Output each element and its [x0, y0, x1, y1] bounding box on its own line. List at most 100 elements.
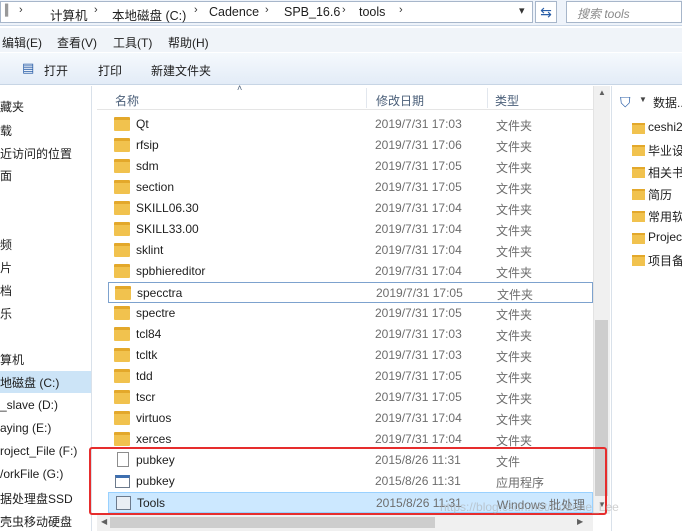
- address-bar[interactable]: ▍ › 计算机 › 本地磁盘 (C:) › Cadence › SPB_16.6…: [0, 1, 533, 23]
- file-type: 文件夹: [496, 350, 533, 364]
- open-button[interactable]: 打开: [44, 62, 68, 79]
- nav-item-videos[interactable]: 频: [0, 236, 12, 253]
- file-date: 2019/7/31 17:04: [375, 411, 462, 425]
- nav-item-favorites[interactable]: 藏夹: [0, 98, 24, 115]
- command-toolbar: ▤ 打开 打印 新建文件夹: [0, 53, 682, 85]
- file-row[interactable]: spectre 2019/7/31 17:05 文件夹: [108, 303, 593, 324]
- file-row[interactable]: specctra 2019/7/31 17:05 文件夹: [108, 282, 593, 303]
- file-row[interactable]: rfsip 2019/7/31 17:06 文件夹: [108, 135, 593, 156]
- library-item[interactable]: ceshi2: [648, 120, 682, 134]
- column-divider[interactable]: [366, 88, 367, 108]
- library-item[interactable]: 相关书: [648, 164, 682, 181]
- nav-item-downloads[interactable]: 载: [0, 122, 12, 139]
- nav-item-recent-places[interactable]: 近访问的位置: [0, 145, 72, 162]
- folder-icon: [114, 159, 130, 173]
- scroll-up-icon[interactable]: ▲: [598, 88, 606, 97]
- library-item[interactable]: 项目备: [648, 252, 682, 269]
- menu-edit[interactable]: 编辑(E): [2, 34, 42, 51]
- new-folder-button[interactable]: 新建文件夹: [151, 62, 211, 79]
- file-name: tscr: [136, 390, 156, 404]
- chevron-right-icon[interactable]: ›: [94, 4, 98, 16]
- scroll-right-icon[interactable]: ▶: [577, 517, 583, 526]
- nav-item-drive-c[interactable]: 地磁盘 (C:): [0, 371, 91, 393]
- scroll-left-icon[interactable]: ◀: [101, 517, 107, 526]
- search-input[interactable]: 搜索 tools: [566, 1, 682, 23]
- file-name: specctra: [137, 286, 183, 300]
- file-date: 2019/7/31 17:04: [375, 201, 462, 215]
- nav-item-removable-drive[interactable]: 壳虫移动硬盘: [0, 513, 72, 530]
- chevron-right-icon[interactable]: ›: [194, 4, 198, 16]
- menu-tools[interactable]: 工具(T): [113, 34, 152, 51]
- pane-header[interactable]: 数据...: [653, 94, 682, 111]
- nav-item-pictures[interactable]: 片: [0, 259, 12, 276]
- dropdown-arrow-icon[interactable]: ▾: [519, 4, 525, 17]
- file-type: 文件夹: [496, 308, 533, 322]
- breadcrumb-computer[interactable]: 计算机: [50, 5, 88, 24]
- dropdown-arrow-icon[interactable]: ▼: [639, 95, 647, 104]
- library-item[interactable]: 常用软: [648, 208, 682, 225]
- folder-icon: [114, 369, 130, 383]
- file-date: 2019/7/31 17:04: [375, 432, 462, 446]
- watermark: https://blog.csdn.net/Kodone_Lee: [440, 500, 619, 514]
- library-item[interactable]: 简历: [648, 186, 672, 203]
- breadcrumb-drive-c[interactable]: 本地磁盘 (C:): [112, 5, 186, 24]
- nav-item-music[interactable]: 乐: [0, 305, 12, 322]
- nav-item-drive-e[interactable]: aying (E:): [0, 421, 51, 435]
- nav-item-computer[interactable]: 算机: [0, 351, 24, 368]
- nav-item-drive-g[interactable]: /orkFile (G:): [0, 467, 63, 481]
- file-row[interactable]: tscr 2019/7/31 17:05 文件夹: [108, 387, 593, 408]
- folder-icon: [114, 180, 130, 194]
- file-row[interactable]: tdd 2019/7/31 17:05 文件夹: [108, 366, 593, 387]
- file-type: 文件夹: [496, 182, 533, 196]
- file-type: 文件夹: [496, 203, 533, 217]
- nav-item-desktop[interactable]: 面: [0, 167, 12, 184]
- folder-icon: [632, 145, 645, 156]
- menu-view[interactable]: 查看(V): [57, 34, 97, 51]
- folder-icon: [114, 117, 130, 131]
- chevron-right-icon[interactable]: ›: [19, 4, 23, 16]
- horizontal-scroll-thumb[interactable]: [110, 517, 435, 528]
- chevron-right-icon[interactable]: ›: [265, 4, 269, 16]
- folder-icon: [114, 390, 130, 404]
- chevron-right-icon[interactable]: ›: [399, 4, 403, 16]
- file-type: 文件夹: [496, 266, 533, 280]
- column-name[interactable]: 名称: [115, 92, 139, 109]
- nav-item-documents[interactable]: 档: [0, 282, 12, 299]
- nav-item-drive-f[interactable]: roject_File (F:): [0, 444, 77, 458]
- library-item[interactable]: Projec: [648, 230, 682, 244]
- breadcrumb-spb[interactable]: SPB_16.6: [284, 5, 340, 19]
- file-row[interactable]: sklint 2019/7/31 17:04 文件夹: [108, 240, 593, 261]
- refresh-button[interactable]: ⇆: [535, 1, 557, 23]
- column-divider[interactable]: [487, 88, 488, 108]
- menu-help[interactable]: 帮助(H): [168, 34, 209, 51]
- breadcrumb-cadence[interactable]: Cadence: [209, 5, 259, 19]
- file-row[interactable]: virtuos 2019/7/31 17:04 文件夹: [108, 408, 593, 429]
- file-name: SKILL06.30: [136, 201, 199, 215]
- file-row[interactable]: tcltk 2019/7/31 17:03 文件夹: [108, 345, 593, 366]
- library-item[interactable]: 毕业设: [648, 142, 682, 159]
- file-row[interactable]: section 2019/7/31 17:05 文件夹: [108, 177, 593, 198]
- folder-icon: [632, 167, 645, 178]
- file-name: sdm: [136, 159, 159, 173]
- file-row[interactable]: Qt 2019/7/31 17:03 文件夹: [108, 114, 593, 135]
- column-date[interactable]: 修改日期: [376, 92, 424, 109]
- nav-item-ssd[interactable]: 据处理盘SSD: [0, 490, 73, 507]
- file-name: tdd: [136, 369, 153, 383]
- nav-item-drive-d[interactable]: _slave (D:): [0, 398, 58, 412]
- file-row[interactable]: spbhiereditor 2019/7/31 17:04 文件夹: [108, 261, 593, 282]
- file-type: 文件夹: [496, 413, 533, 427]
- chevron-right-icon[interactable]: ›: [342, 4, 346, 16]
- file-row[interactable]: SKILL33.00 2019/7/31 17:04 文件夹: [108, 219, 593, 240]
- print-button[interactable]: 打印: [98, 62, 122, 79]
- file-row[interactable]: SKILL06.30 2019/7/31 17:04 文件夹: [108, 198, 593, 219]
- file-type: 文件夹: [496, 371, 533, 385]
- column-type[interactable]: 类型: [495, 92, 519, 109]
- file-date: 2019/7/31 17:05: [375, 159, 462, 173]
- file-row[interactable]: tcl84 2019/7/31 17:03 文件夹: [108, 324, 593, 345]
- folder-icon: [114, 306, 130, 320]
- file-date: 2019/7/31 17:03: [375, 117, 462, 131]
- breadcrumb-tools[interactable]: tools: [359, 5, 385, 19]
- file-row[interactable]: sdm 2019/7/31 17:05 文件夹: [108, 156, 593, 177]
- sort-up-icon: ˄: [237, 83, 243, 93]
- open-icon: ▤: [22, 60, 35, 75]
